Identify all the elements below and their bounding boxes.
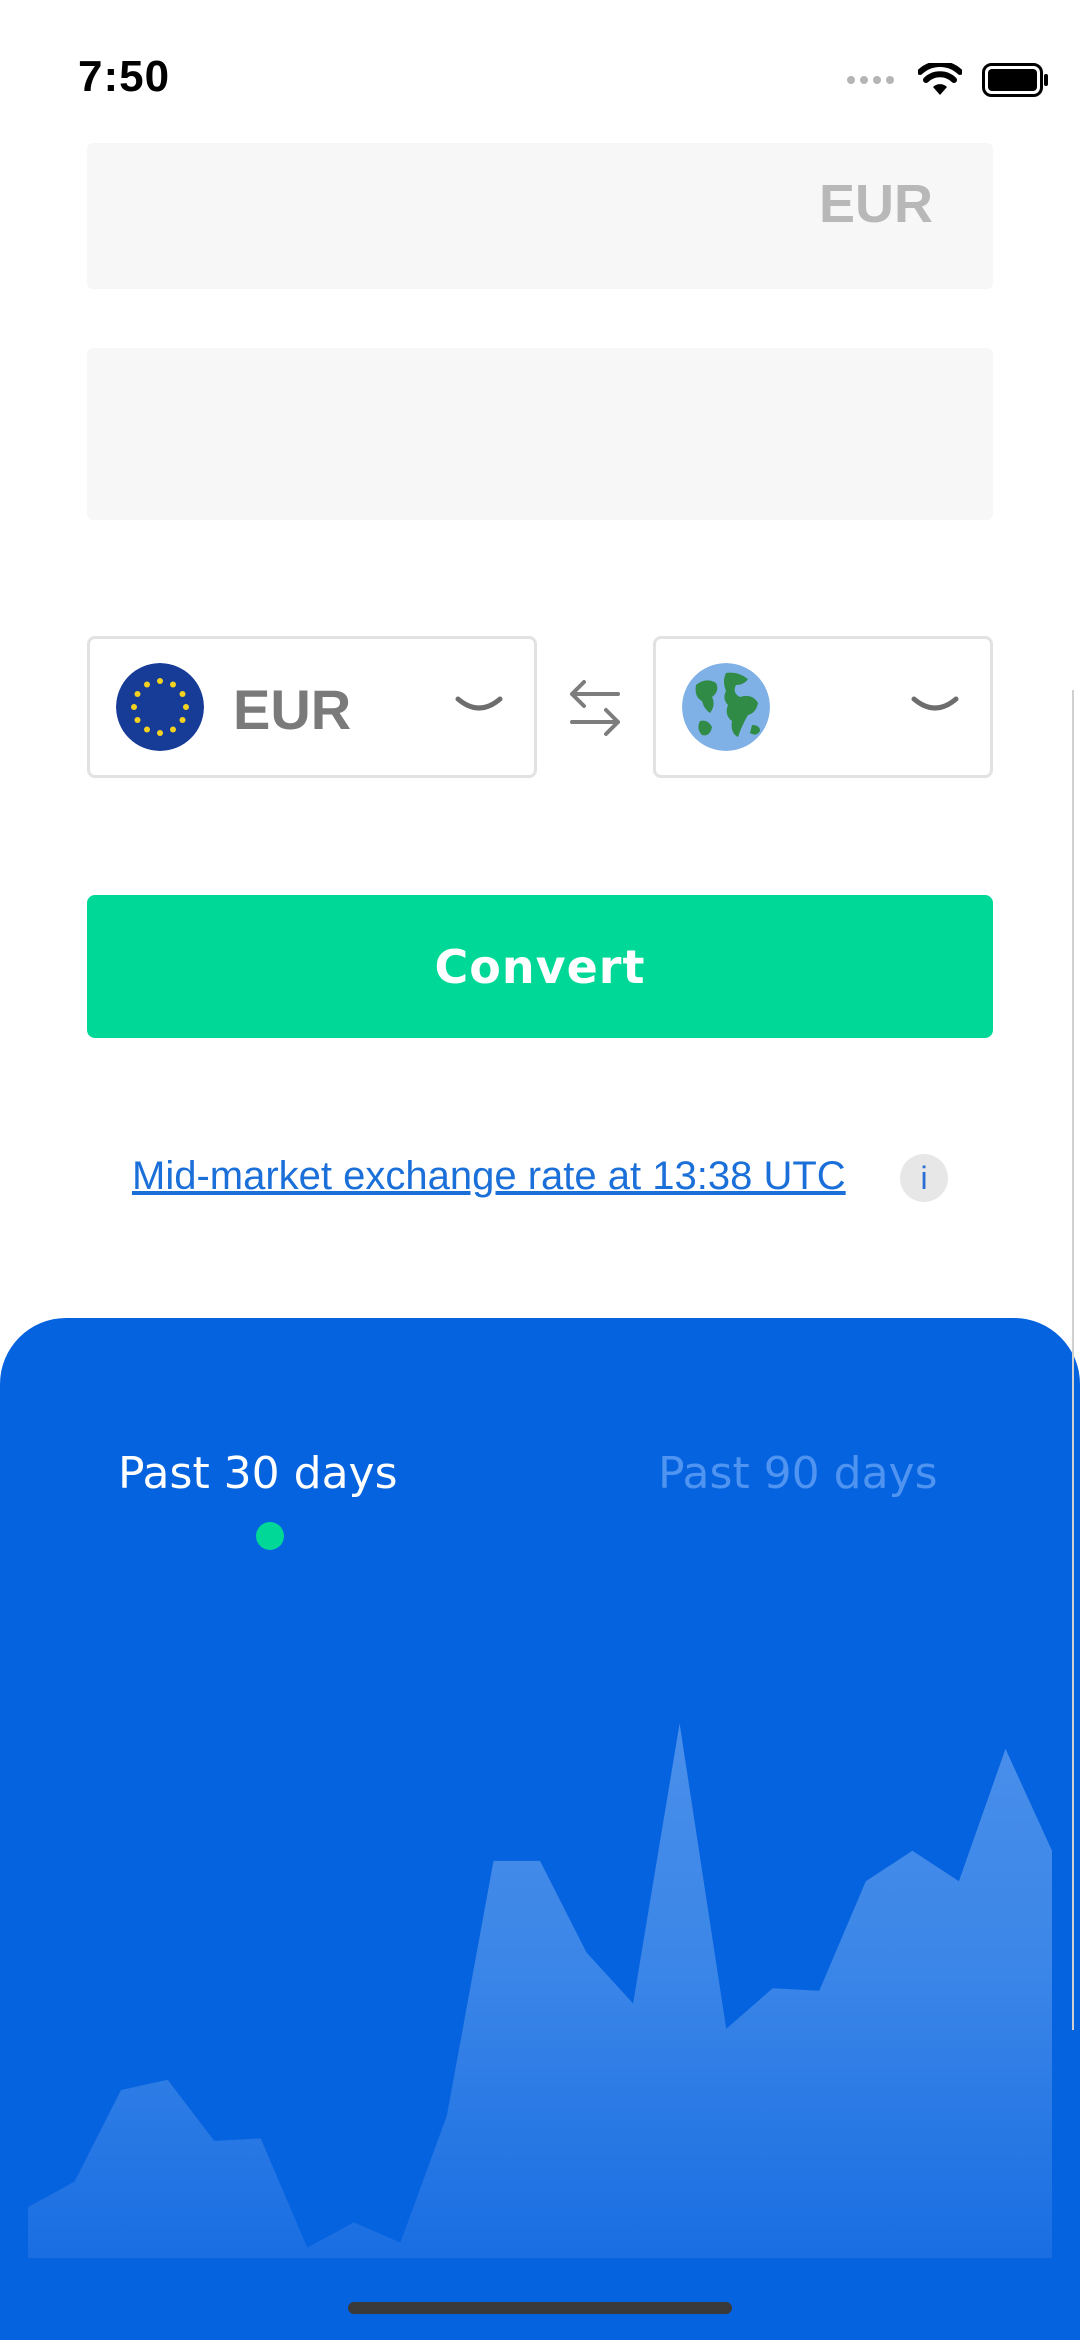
- globe-icon: [682, 663, 770, 751]
- rate-chart-panel: Past 30 days Past 90 days: [0, 1318, 1080, 2340]
- chevron-down-icon: [455, 696, 503, 711]
- rate-info-row: Mid-market exchange rate at 13:38 UTC i: [0, 1148, 1080, 1212]
- swap-arrows-icon: [570, 680, 620, 736]
- info-button[interactable]: i: [900, 1154, 948, 1202]
- amount-input-top[interactable]: EUR: [87, 143, 993, 289]
- chart-area-series: [28, 1723, 1052, 2258]
- battery-icon: [982, 63, 1048, 97]
- chevron-down-icon: [911, 696, 959, 711]
- scroll-indicator: [1072, 690, 1074, 2030]
- eu-flag-icon: [116, 663, 204, 751]
- mid-market-rate-link[interactable]: Mid-market exchange rate at 13:38 UTC: [132, 1154, 846, 1199]
- swap-currencies-button[interactable]: [566, 676, 624, 740]
- cellular-signal-icon: [847, 76, 894, 84]
- amount-currency-label: EUR: [818, 174, 933, 234]
- wifi-icon: [918, 63, 962, 95]
- active-tab-indicator: [256, 1522, 284, 1550]
- tab-past-90-days[interactable]: Past 90 days: [658, 1448, 938, 1499]
- from-currency-selector[interactable]: EUR: [87, 636, 537, 778]
- converter-screen: 7:50 EUR EUR Convert Mid-market exchange…: [0, 0, 1080, 2340]
- amount-input-bottom[interactable]: [87, 348, 993, 520]
- status-bar: 7:50: [0, 0, 1080, 140]
- tab-past-30-days[interactable]: Past 30 days: [118, 1448, 398, 1499]
- status-time: 7:50: [78, 52, 171, 101]
- status-icons: [846, 60, 1050, 100]
- from-currency-code: EUR: [233, 678, 352, 741]
- to-currency-selector[interactable]: [653, 636, 993, 778]
- home-indicator: [348, 2302, 732, 2314]
- convert-button[interactable]: Convert: [87, 895, 993, 1038]
